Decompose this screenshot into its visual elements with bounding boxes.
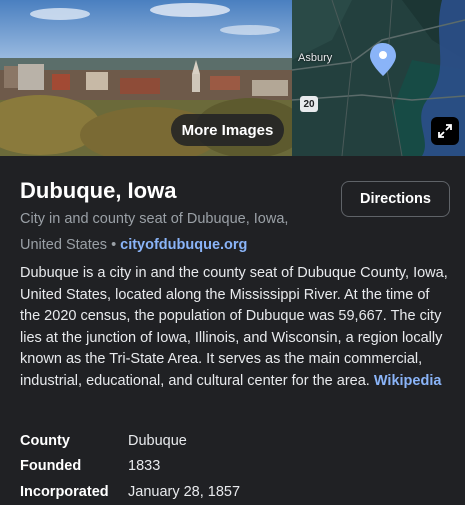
place-title: Dubuque, Iowa: [20, 178, 177, 203]
description-text: Dubuque is a city in and the county seat…: [20, 265, 448, 389]
expand-map-button[interactable]: [431, 117, 459, 145]
city-photo[interactable]: More Images: [0, 0, 292, 156]
fact-key: Founded: [20, 458, 82, 475]
wikipedia-link[interactable]: Wikipedia: [374, 373, 442, 389]
place-description: Dubuque is a city in and the county seat…: [20, 263, 450, 392]
expand-icon: [438, 124, 452, 138]
fact-value: January 28, 1857: [128, 483, 241, 500]
fact-value: 1833: [128, 458, 161, 475]
media-strip: More Images Asbury 20: [0, 0, 465, 156]
location-map[interactable]: Asbury 20: [292, 0, 465, 156]
facts-list: County Dubuque Founded 1833 Incorporated…: [20, 428, 450, 505]
directions-button[interactable]: Directions: [341, 181, 450, 217]
location-pin-icon: [370, 43, 396, 76]
separator-dot: •: [111, 237, 117, 253]
more-images-button[interactable]: More Images: [171, 114, 284, 146]
fact-value: Dubuque: [128, 432, 187, 449]
map-place-label: Asbury: [298, 52, 333, 64]
place-subtitle: City in and county seat of Dubuque, Iowa…: [20, 206, 320, 258]
website-link[interactable]: cityofdubuque.org: [120, 237, 247, 253]
fact-row-county: County Dubuque: [20, 428, 450, 454]
fact-key: County: [20, 432, 70, 449]
route-shield: 20: [300, 96, 318, 112]
fact-key: Incorporated: [20, 483, 109, 500]
fact-row-incorporated: Incorporated January 28, 1857: [20, 479, 450, 505]
fact-row-founded: Founded 1833: [20, 454, 450, 480]
